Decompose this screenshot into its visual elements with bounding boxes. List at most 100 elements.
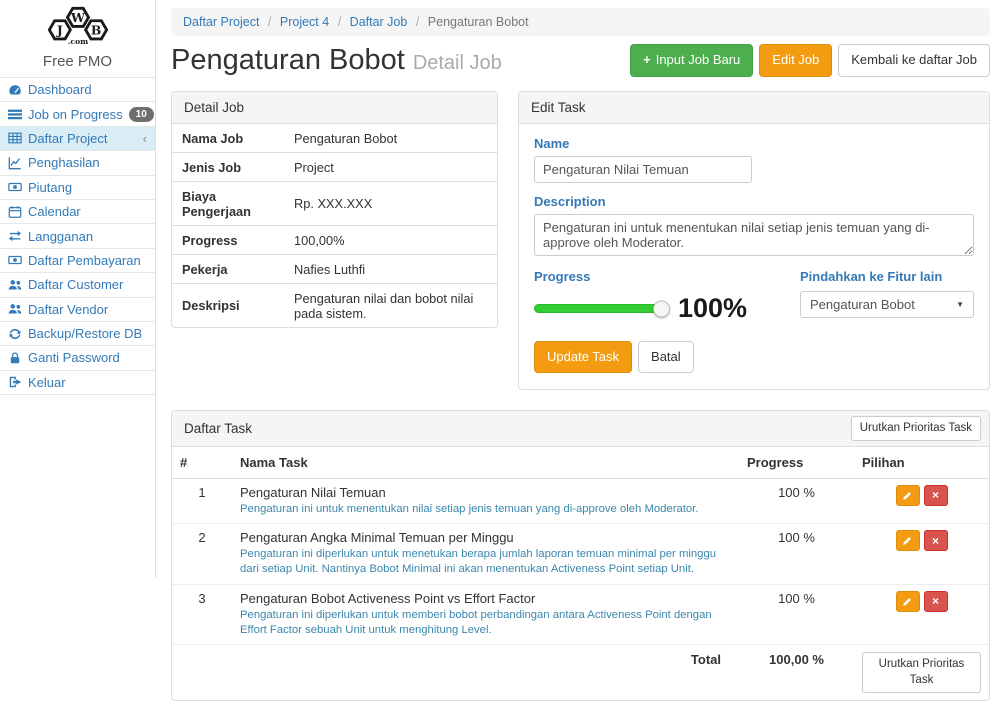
dashboard-icon <box>8 83 22 97</box>
breadcrumb-link-project-4[interactable]: Project 4 <box>280 15 329 29</box>
detail-job-panel-title: Detail Job <box>172 92 497 124</box>
sidebar-item-penghasilan[interactable]: Penghasilan <box>0 151 155 175</box>
total-label: Total <box>232 645 739 700</box>
sidebar-item-job-on-progress[interactable]: Job on Progress 10 <box>0 102 155 126</box>
task-description: Pengaturan ini untuk menentukan nilai se… <box>240 502 731 517</box>
plus-icon: + <box>643 51 651 69</box>
update-task-button[interactable]: Update Task <box>534 341 632 373</box>
detail-value: Pengaturan Bobot <box>284 124 497 153</box>
sidebar-item-daftar-project[interactable]: Daftar Project ‹ <box>0 127 155 151</box>
progress-value: 100% <box>678 293 747 324</box>
sidebar-item-label: Dashboard <box>28 82 92 97</box>
edit-task-action-button[interactable] <box>896 485 920 506</box>
edit-task-panel: Edit Task Name Description Pengaturan in… <box>518 91 990 390</box>
table-row: 1 Pengaturan Nilai Temuan Pengaturan ini… <box>172 478 989 523</box>
delete-task-action-button[interactable]: × <box>924 530 948 551</box>
breadcrumb: Daftar Project / Project 4 / Daftar Job … <box>171 8 990 36</box>
sidebar-item-daftar-pembayaran[interactable]: Daftar Pembayaran <box>0 249 155 273</box>
task-table-total-row: Total 100,00 % Urutkan Prioritas Task <box>172 645 989 700</box>
sidebar: W J B .com Free PMO Dashboard Job on Pro… <box>0 0 156 578</box>
detail-label: Biaya Pengerjaan <box>172 182 284 226</box>
calendar-icon <box>8 205 22 219</box>
brand-logo[interactable]: W J B .com Free PMO <box>0 0 155 77</box>
kembali-ke-daftar-job-button[interactable]: Kembali ke daftar Job <box>838 44 990 76</box>
sidebar-item-calendar[interactable]: Calendar <box>0 200 155 224</box>
x-icon: × <box>932 595 939 607</box>
urutkan-prioritas-task-button-top[interactable]: Urutkan Prioritas Task <box>851 416 981 440</box>
detail-label: Progress <box>172 226 284 255</box>
table-icon <box>8 131 22 145</box>
breadcrumb-current: Pengaturan Bobot <box>428 15 529 29</box>
name-label: Name <box>534 136 974 151</box>
column-header-num: # <box>172 447 232 479</box>
progress-slider-handle[interactable] <box>653 300 670 317</box>
edit-task-action-button[interactable] <box>896 591 920 612</box>
batal-button[interactable]: Batal <box>638 341 694 373</box>
detail-row-progress: Progress 100,00% <box>172 226 497 255</box>
sidebar-item-ganti-password[interactable]: Ganti Password <box>0 346 155 370</box>
pencil-icon <box>902 490 913 501</box>
detail-label: Nama Job <box>172 124 284 153</box>
breadcrumb-separator: / <box>338 15 341 29</box>
daftar-task-panel: Daftar Task Urutkan Prioritas Task # Nam… <box>171 410 990 700</box>
sidebar-item-daftar-customer[interactable]: Daftar Customer <box>0 273 155 297</box>
input-job-baru-button[interactable]: + Input Job Baru <box>630 44 753 76</box>
sidebar-item-label: Keluar <box>28 375 66 390</box>
task-name-input[interactable] <box>534 156 752 183</box>
sidebar-item-daftar-vendor[interactable]: Daftar Vendor <box>0 298 155 322</box>
task-description-textarea[interactable]: Pengaturan ini untuk menentukan nilai se… <box>534 214 974 256</box>
breadcrumb-link-daftar-project[interactable]: Daftar Project <box>183 15 259 29</box>
task-description: Pengaturan ini diperlukan untuk menetuka… <box>240 547 731 578</box>
sidebar-item-piutang[interactable]: Piutang <box>0 176 155 200</box>
logo-letter-b: B <box>90 23 100 38</box>
sidebar-item-backup-restore-db[interactable]: Backup/Restore DB <box>0 322 155 346</box>
header-actions: + Input Job Baru Edit Job Kembali ke daft… <box>630 44 990 76</box>
delete-task-action-button[interactable]: × <box>924 485 948 506</box>
sidebar-item-keluar[interactable]: Keluar <box>0 371 155 395</box>
sidebar-item-label: Backup/Restore DB <box>28 326 142 341</box>
detail-row-deskripsi: Deskripsi Pengaturan nilai dan bobot nil… <box>172 284 497 328</box>
breadcrumb-separator: / <box>268 15 271 29</box>
pindahkan-select[interactable]: Pengaturan Bobot ▼ <box>800 291 974 318</box>
sidebar-item-label: Piutang <box>28 180 72 195</box>
detail-label: Jenis Job <box>172 153 284 182</box>
daftar-task-panel-title: Daftar Task <box>184 421 252 436</box>
task-table: # Nama Task Progress Pilihan 1 Pengatura… <box>172 447 989 700</box>
column-header-progress: Progress <box>739 447 854 479</box>
table-row: 3 Pengaturan Bobot Activeness Point vs E… <box>172 584 989 645</box>
refresh-icon <box>8 327 22 341</box>
detail-row-nama-job: Nama Job Pengaturan Bobot <box>172 124 497 153</box>
edit-task-action-button[interactable] <box>896 530 920 551</box>
job-count-badge: 10 <box>129 107 154 122</box>
detail-row-biaya-pengerjaan: Biaya Pengerjaan Rp. XXX.XXX <box>172 182 497 226</box>
sidebar-item-label: Penghasilan <box>28 155 100 170</box>
exchange-icon <box>8 229 22 243</box>
progress-slider[interactable] <box>534 304 662 313</box>
jwb-hexagon-logo-icon: W J B .com <box>28 5 128 47</box>
delete-task-action-button[interactable]: × <box>924 591 948 612</box>
edit-job-button[interactable]: Edit Job <box>759 44 832 76</box>
detail-row-pekerja: Pekerja Nafies Luthfi <box>172 255 497 284</box>
money-icon <box>8 253 22 267</box>
main-content: Daftar Project / Project 4 / Daftar Job … <box>156 0 1000 578</box>
breadcrumb-link-daftar-job[interactable]: Daftar Job <box>350 15 408 29</box>
detail-job-panel: Detail Job Nama Job Pengaturan Bobot Jen… <box>171 91 498 328</box>
list-icon <box>8 107 22 121</box>
edit-task-panel-title: Edit Task <box>519 92 989 124</box>
sidebar-item-label: Langganan <box>28 229 93 244</box>
chevron-left-icon: ‹ <box>143 132 147 145</box>
column-header-pilihan: Pilihan <box>854 447 989 479</box>
sidebar-item-dashboard[interactable]: Dashboard <box>0 78 155 102</box>
detail-row-jenis-job: Jenis Job Project <box>172 153 497 182</box>
urutkan-prioritas-task-button-bottom[interactable]: Urutkan Prioritas Task <box>862 652 981 693</box>
sidebar-item-langganan[interactable]: Langganan <box>0 224 155 248</box>
input-job-baru-label: Input Job Baru <box>656 51 741 69</box>
pindahkan-selected-value: Pengaturan Bobot <box>810 297 915 312</box>
breadcrumb-separator: / <box>416 15 419 29</box>
caret-down-icon: ▼ <box>956 300 964 309</box>
pencil-icon <box>902 535 913 546</box>
task-progress: 100 % <box>739 524 854 585</box>
detail-value: 100,00% <box>284 226 497 255</box>
line-chart-icon <box>8 156 22 170</box>
column-header-nama-task: Nama Task <box>232 447 739 479</box>
